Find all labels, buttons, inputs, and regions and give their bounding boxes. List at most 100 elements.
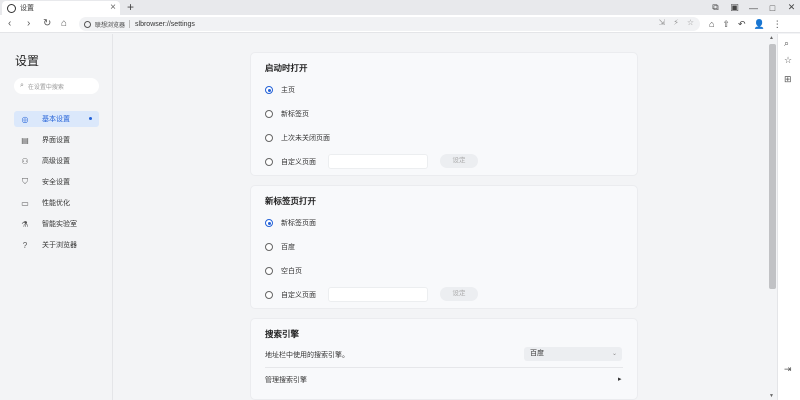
url-text[interactable]: slbrowser://settings bbox=[135, 21, 195, 28]
option-label: 新标签页面 bbox=[281, 220, 316, 227]
sidebar-item-advanced[interactable]: ⚇ 高级设置 bbox=[14, 153, 99, 169]
option-label: 空白页 bbox=[281, 268, 302, 275]
startup-option-custom[interactable]: 自定义页面 bbox=[265, 157, 316, 167]
monitor-icon: ▭ bbox=[21, 198, 29, 208]
forward-button[interactable]: › bbox=[27, 16, 30, 32]
home-button[interactable]: ⌂ bbox=[61, 16, 67, 32]
back-button[interactable]: ‹ bbox=[8, 16, 11, 32]
shield-icon: ⛉ bbox=[22, 177, 28, 186]
search-input[interactable]: ⌕ 在设置中搜索 bbox=[14, 78, 99, 94]
option-label: 百度 bbox=[281, 244, 295, 251]
new-tab-button[interactable]: + bbox=[127, 0, 134, 14]
radio-button[interactable] bbox=[265, 158, 273, 166]
search-engine-select[interactable]: 百度 ⌄ bbox=[524, 347, 622, 361]
close-window-button[interactable]: ✕ bbox=[787, 2, 796, 13]
sidebar-item-performance[interactable]: ▭ 性能优化 bbox=[14, 195, 99, 211]
home-icon[interactable]: ⌂ bbox=[709, 16, 714, 32]
radio-button[interactable] bbox=[265, 267, 273, 275]
collapse-panel-icon[interactable]: ⇥ bbox=[784, 364, 792, 375]
newtab-title: 新标签页打开 bbox=[265, 196, 317, 206]
sidebar-item-label: 关于浏览器 bbox=[42, 242, 77, 249]
startup-custom-url-input[interactable] bbox=[328, 154, 428, 169]
address-bar[interactable]: 联想浏览器 slbrowser://settings ⇲ ⚡ ☆ bbox=[79, 17, 700, 31]
flask-icon: ⚗ bbox=[21, 219, 29, 229]
newtab-card: 新标签页打开 新标签页面 百度 空白页 自定义页面 设定 bbox=[250, 185, 638, 309]
toolbar: ‹ › ↻ ⌂ 联想浏览器 slbrowser://settings ⇲ ⚡ ☆… bbox=[0, 15, 800, 33]
sidebar-item-about[interactable]: ? 关于浏览器 bbox=[14, 237, 99, 253]
sidebar-item-security[interactable]: ⛉ 安全设置 bbox=[14, 174, 99, 190]
site-info-icon[interactable] bbox=[84, 20, 91, 28]
advanced-icon: ⚇ bbox=[21, 156, 29, 166]
radio-button[interactable] bbox=[265, 219, 273, 227]
radio-button[interactable] bbox=[265, 86, 273, 94]
address-actions: ⇲ ⚡ ☆ bbox=[659, 18, 695, 27]
profile-icon[interactable]: 👤 bbox=[754, 16, 765, 32]
open-in-app-icon[interactable]: ⇲ bbox=[659, 18, 666, 27]
chevron-down-icon: ⌄ bbox=[611, 351, 617, 357]
speed-mode-icon[interactable]: ⚡ bbox=[673, 18, 679, 27]
undo-icon[interactable]: ↶ bbox=[738, 16, 746, 32]
startup-set-button[interactable]: 设定 bbox=[440, 154, 478, 168]
sidebar-item-basic[interactable]: ◎ 基本设置 bbox=[14, 111, 99, 127]
settings-main: 启动时打开 主页 新标签页 上次未关闭页面 自定义页面 设定 新标签页打开 新标… bbox=[114, 34, 768, 400]
window-controls: ⧉ ▣ — □ ✕ bbox=[711, 0, 796, 15]
favorites-icon[interactable]: ☆ bbox=[784, 55, 792, 66]
basic-settings-icon: ◎ bbox=[21, 114, 29, 124]
settings-sidebar: 设置 ⌕ 在设置中搜索 ◎ 基本设置 ▤ 界面设置 ⚇ 高级设置 ⛉ 安全设置 … bbox=[0, 34, 113, 400]
scrollbar[interactable]: ▲ ▼ bbox=[768, 34, 777, 400]
manage-search-engines-link[interactable]: 管理搜索引擎 bbox=[265, 375, 307, 385]
reload-button[interactable]: ↻ bbox=[43, 16, 51, 32]
active-indicator bbox=[89, 117, 92, 120]
sidebar-item-label: 安全设置 bbox=[42, 179, 70, 186]
scroll-up-icon[interactable]: ▲ bbox=[769, 35, 774, 41]
sidebar-item-lab[interactable]: ⚗ 智能实验室 bbox=[14, 216, 99, 232]
search-icon[interactable]: ⌕ bbox=[784, 38, 789, 49]
newtab-option-baidu[interactable]: 百度 bbox=[265, 242, 295, 252]
tab-overview-icon[interactable]: ⧉ bbox=[711, 2, 720, 13]
search-placeholder: 在设置中搜索 bbox=[27, 84, 64, 91]
newtab-option-newtab[interactable]: 新标签页面 bbox=[265, 218, 316, 228]
sidebar-item-label: 智能实验室 bbox=[42, 221, 77, 228]
option-label: 自定义页面 bbox=[281, 159, 316, 166]
chevron-right-icon[interactable]: ▸ bbox=[618, 375, 622, 383]
sidebar-item-interface[interactable]: ▤ 界面设置 bbox=[14, 132, 99, 148]
sidebar-item-label: 性能优化 bbox=[42, 200, 70, 207]
sidebar-toggle-icon[interactable]: ▣ bbox=[730, 2, 739, 13]
minimize-button[interactable]: — bbox=[749, 3, 758, 13]
toolbar-right: ⌂ ⇧ ↶ 👤 ⋮ bbox=[709, 16, 782, 32]
menu-icon[interactable]: ⋮ bbox=[773, 16, 782, 32]
apps-icon[interactable]: ⊞ bbox=[784, 74, 792, 85]
scroll-down-icon[interactable]: ▼ bbox=[769, 393, 774, 399]
search-engine-title: 搜索引擎 bbox=[265, 329, 300, 339]
newtab-set-button[interactable]: 设定 bbox=[440, 287, 478, 301]
bookmark-star-icon[interactable]: ☆ bbox=[687, 18, 694, 27]
tab-settings[interactable]: 设置 × bbox=[2, 1, 120, 15]
sidebar-item-label: 高级设置 bbox=[42, 158, 70, 165]
option-label: 自定义页面 bbox=[281, 292, 316, 299]
startup-card: 启动时打开 主页 新标签页 上次未关闭页面 自定义页面 设定 bbox=[250, 52, 638, 176]
address-divider bbox=[129, 20, 131, 28]
option-label: 上次未关闭页面 bbox=[281, 135, 330, 142]
scroll-thumb[interactable] bbox=[769, 44, 776, 289]
radio-button[interactable] bbox=[265, 243, 273, 251]
startup-title: 启动时打开 bbox=[265, 63, 308, 73]
security-label: 联想浏览器 bbox=[95, 22, 126, 29]
sidebar-item-label: 界面设置 bbox=[42, 137, 70, 144]
tab-close-icon[interactable]: × bbox=[110, 2, 116, 13]
startup-option-restore[interactable]: 上次未关闭页面 bbox=[265, 133, 330, 143]
gear-icon bbox=[7, 3, 16, 13]
radio-button[interactable] bbox=[265, 134, 273, 142]
row-divider bbox=[265, 367, 623, 368]
newtab-option-custom[interactable]: 自定义页面 bbox=[265, 290, 316, 300]
newtab-option-blank[interactable]: 空白页 bbox=[265, 266, 302, 276]
maximize-button[interactable]: □ bbox=[768, 3, 777, 13]
startup-option-newtab[interactable]: 新标签页 bbox=[265, 109, 309, 119]
newtab-custom-url-input[interactable] bbox=[328, 287, 428, 302]
help-icon: ? bbox=[22, 240, 28, 250]
startup-option-home[interactable]: 主页 bbox=[265, 85, 295, 95]
radio-button[interactable] bbox=[265, 110, 273, 118]
search-icon: ⌕ bbox=[20, 82, 24, 89]
download-icon[interactable]: ⇧ bbox=[722, 16, 730, 32]
radio-button[interactable] bbox=[265, 291, 273, 299]
interface-icon: ▤ bbox=[21, 135, 29, 145]
